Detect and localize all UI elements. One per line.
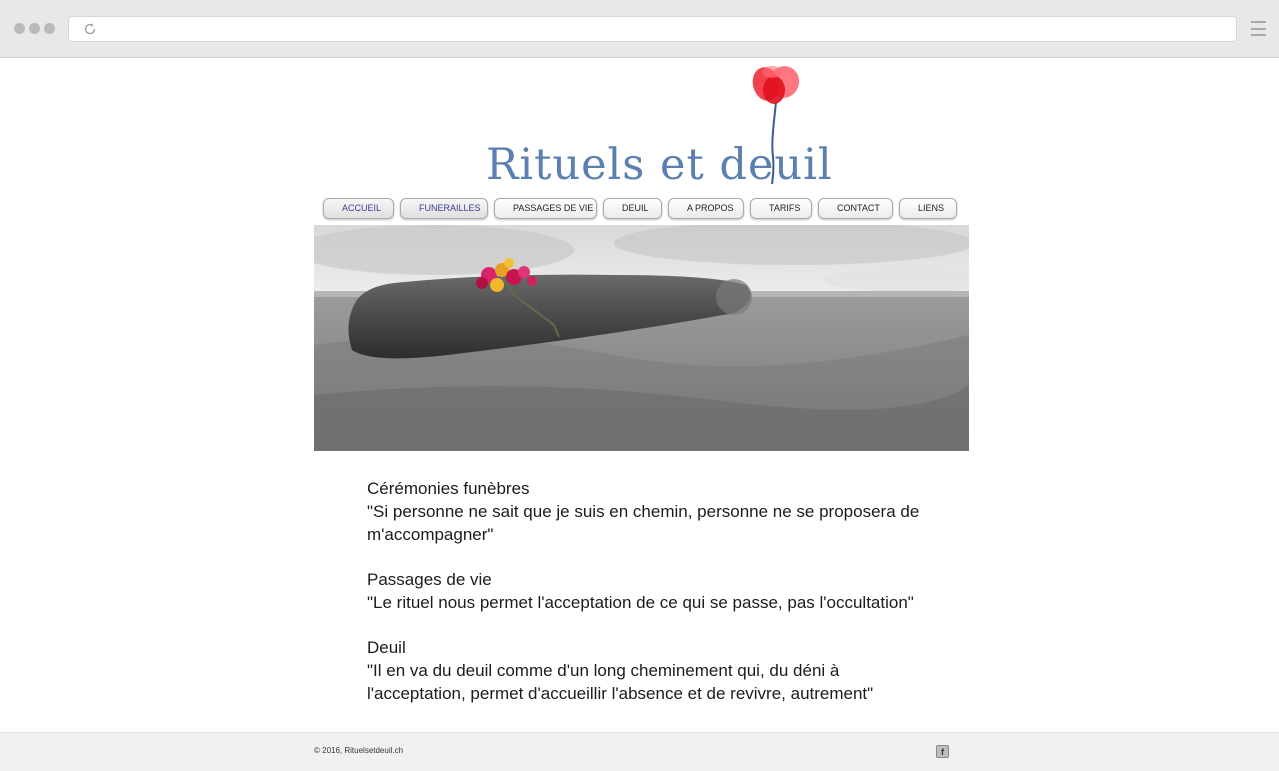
site-footer: © 2016, Rituelsetdeuil.ch f bbox=[0, 732, 1279, 771]
section-quote: "Si personne ne sait que je suis en chem… bbox=[367, 502, 920, 544]
nav-liens[interactable]: LIENS bbox=[899, 198, 957, 219]
nav-a-propos[interactable]: A PROPOS bbox=[668, 198, 744, 219]
section-quote: "Le rituel nous permet l'acceptation de … bbox=[367, 593, 914, 612]
section-title: Passages de vie bbox=[367, 570, 492, 589]
main-navigation: ACCUEIL FUNERAILLES PASSAGES DE VIE DEUI… bbox=[323, 198, 957, 220]
nav-passages-de-vie[interactable]: PASSAGES DE VIE bbox=[494, 198, 597, 219]
section-title: Deuil bbox=[367, 638, 406, 657]
nav-tarifs[interactable]: TARIFS bbox=[750, 198, 812, 219]
site-logo[interactable]: Rituels et deuil bbox=[480, 62, 832, 192]
hero-image bbox=[314, 225, 969, 451]
copyright-text: © 2016, Rituelsetdeuil.ch bbox=[314, 746, 404, 755]
poppy-flower-icon bbox=[752, 66, 800, 185]
section-ceremonies: Cérémonies funèbres "Si personne ne sait… bbox=[367, 477, 927, 546]
section-passages: Passages de vie "Le rituel nous permet l… bbox=[367, 568, 927, 614]
section-deuil: Deuil "Il en va du deuil comme d'un long… bbox=[367, 636, 927, 705]
nav-funerailles[interactable]: FUNERAILLES bbox=[400, 198, 488, 219]
facebook-icon[interactable]: f bbox=[936, 745, 949, 758]
address-bar[interactable] bbox=[68, 16, 1237, 42]
section-quote: "Il en va du deuil comme d'un long chemi… bbox=[367, 661, 874, 703]
reload-icon[interactable] bbox=[83, 22, 97, 36]
nav-deuil[interactable]: DEUIL bbox=[603, 198, 662, 219]
section-title: Cérémonies funèbres bbox=[367, 479, 530, 498]
close-window-dot[interactable] bbox=[14, 23, 25, 34]
browser-toolbar bbox=[0, 0, 1279, 58]
nav-contact[interactable]: CONTACT bbox=[818, 198, 893, 219]
minimize-window-dot[interactable] bbox=[29, 23, 40, 34]
hamburger-menu-icon[interactable] bbox=[1251, 21, 1266, 36]
page-content: Cérémonies funèbres "Si personne ne sait… bbox=[367, 477, 927, 727]
window-controls[interactable] bbox=[14, 23, 55, 34]
nav-accueil[interactable]: ACCUEIL bbox=[323, 198, 394, 219]
maximize-window-dot[interactable] bbox=[44, 23, 55, 34]
